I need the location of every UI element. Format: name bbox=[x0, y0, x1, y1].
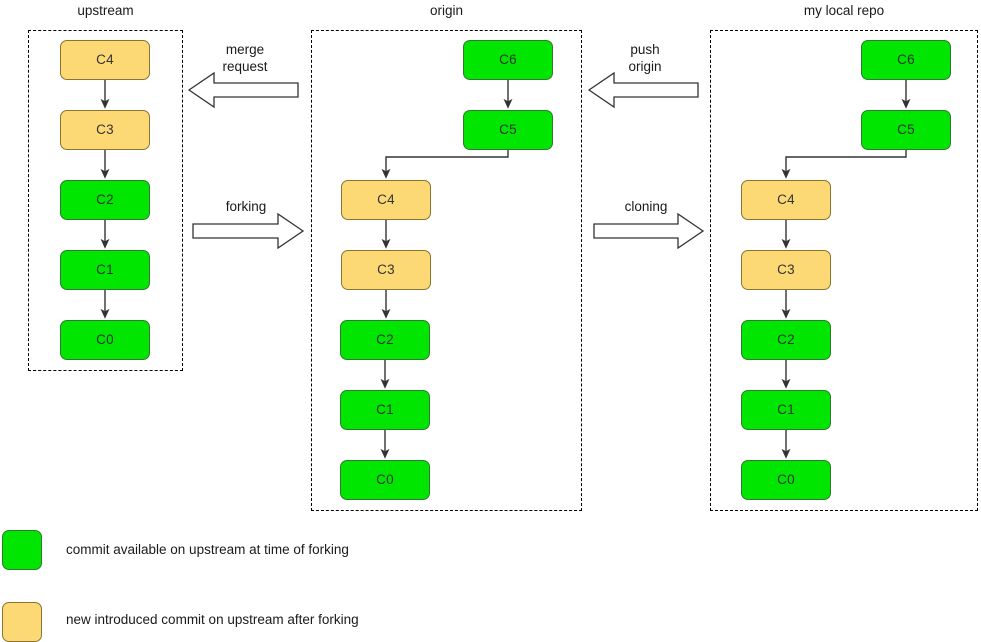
commit-node[interactable]: C0 bbox=[60, 320, 150, 360]
column-title-upstream: upstream bbox=[77, 3, 134, 18]
commit-node[interactable]: C6 bbox=[861, 40, 951, 80]
legend-swatch-commit-new bbox=[2, 602, 42, 642]
flow-label-push-origin: push origin bbox=[628, 42, 662, 74]
commit-node[interactable]: C3 bbox=[60, 110, 150, 150]
column-title-origin: origin bbox=[429, 3, 464, 18]
legend-swatch-commit-available bbox=[2, 530, 42, 570]
flow-label-merge-request: merge request bbox=[222, 42, 268, 74]
commit-node[interactable]: C4 bbox=[60, 40, 150, 80]
commit-node[interactable]: C5 bbox=[861, 110, 951, 150]
commit-node[interactable]: C3 bbox=[341, 250, 431, 290]
commit-node[interactable]: C2 bbox=[60, 180, 150, 220]
commit-node[interactable]: C4 bbox=[741, 180, 831, 220]
commit-node[interactable]: C1 bbox=[741, 390, 831, 430]
flow-arrow-cloning[interactable] bbox=[593, 212, 705, 250]
flow-arrow-forking[interactable] bbox=[192, 212, 305, 250]
commit-node[interactable]: C1 bbox=[340, 390, 430, 430]
commit-node[interactable]: C2 bbox=[741, 320, 831, 360]
commit-node[interactable]: C5 bbox=[463, 110, 553, 150]
flow-label-cloning: cloning bbox=[624, 199, 668, 214]
commit-node[interactable]: C1 bbox=[60, 250, 150, 290]
commit-node[interactable]: C3 bbox=[741, 250, 831, 290]
legend-label-commit-new: new introduced commit on upstream after … bbox=[66, 612, 359, 627]
commit-node[interactable]: C4 bbox=[341, 180, 431, 220]
commit-node[interactable]: C0 bbox=[741, 460, 831, 500]
column-title-local-repo: my local repo bbox=[803, 3, 885, 18]
flow-label-forking: forking bbox=[225, 199, 267, 214]
legend-label-commit-available: commit available on upstream at time of … bbox=[66, 542, 349, 557]
flow-arrow-push-origin[interactable] bbox=[587, 71, 699, 109]
commit-node[interactable]: C2 bbox=[340, 320, 430, 360]
flow-arrow-merge-request[interactable] bbox=[187, 71, 299, 109]
commit-node[interactable]: C6 bbox=[463, 40, 553, 80]
commit-node[interactable]: C0 bbox=[340, 460, 430, 500]
